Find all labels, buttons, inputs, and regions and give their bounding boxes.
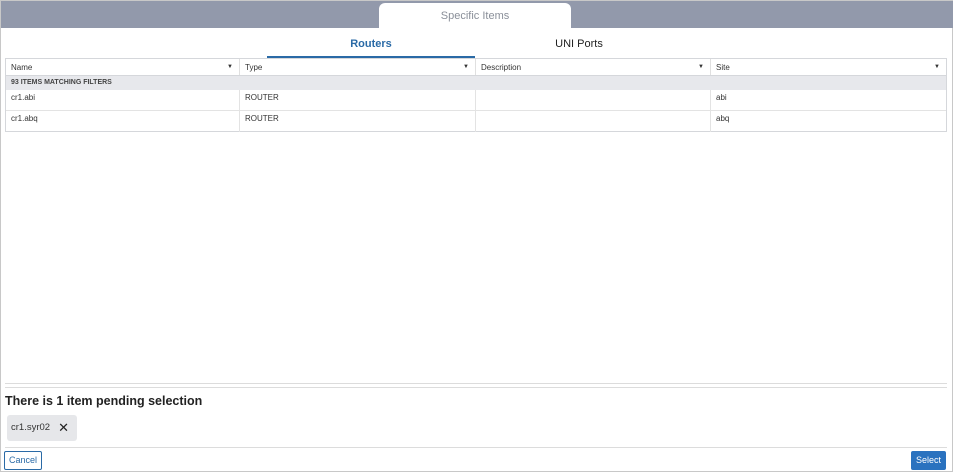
cell-description	[476, 111, 711, 132]
table-header: Name ▼ Type ▼ Description ▼ Site ▼	[6, 59, 946, 76]
tab-routers[interactable]: Routers	[267, 31, 475, 58]
group-row: 93 ITEMS MATCHING FILTERS	[6, 76, 946, 90]
sort-dropdown-icon[interactable]: ▼	[934, 59, 940, 76]
items-table: Name ▼ Type ▼ Description ▼ Site ▼ 93 ITEMS …	[5, 58, 947, 132]
pending-selection-text: There is 1 item pending selection	[5, 394, 203, 408]
table-row[interactable]: cr1.abq ROUTER abq	[6, 111, 946, 132]
column-label: Name	[11, 63, 33, 72]
divider	[5, 387, 947, 388]
column-label: Type	[245, 63, 263, 72]
column-header-description[interactable]: Description ▼	[476, 59, 711, 75]
column-label: Site	[716, 63, 730, 72]
cell-type: ROUTER	[240, 111, 476, 132]
cell-name: cr1.abq	[6, 111, 240, 132]
column-label: Description	[481, 63, 522, 72]
select-button[interactable]: Select	[910, 451, 946, 470]
table-row[interactable]: cr1.abi ROUTER abi	[6, 90, 946, 111]
chip-label: cr1.syr02	[11, 422, 51, 433]
cancel-button[interactable]: Cancel	[4, 451, 43, 470]
cell-type: ROUTER	[240, 90, 476, 110]
cell-name: cr1.abi	[6, 90, 240, 110]
sort-dropdown-icon[interactable]: ▼	[463, 59, 469, 76]
sort-dropdown-icon[interactable]: ▼	[227, 59, 233, 76]
tab-uni-ports[interactable]: UNI Ports	[475, 31, 683, 58]
divider	[5, 447, 947, 448]
remove-chip-close-icon[interactable]: ✕	[58, 415, 69, 441]
sort-dropdown-icon[interactable]: ▼	[698, 59, 704, 76]
column-header-site[interactable]: Site ▼	[711, 59, 946, 75]
cell-site: abi	[716, 93, 727, 102]
tab-bar: Routers UNI Ports	[1, 31, 953, 58]
column-header-name[interactable]: Name ▼	[6, 59, 240, 75]
dialog-title-tab: Specific Items	[379, 3, 571, 29]
cell-description	[476, 90, 711, 110]
column-header-type[interactable]: Type ▼	[240, 59, 476, 75]
selected-item-chip: cr1.syr02 ✕	[7, 415, 77, 441]
divider	[5, 383, 947, 384]
cell-site: abq	[716, 114, 730, 123]
